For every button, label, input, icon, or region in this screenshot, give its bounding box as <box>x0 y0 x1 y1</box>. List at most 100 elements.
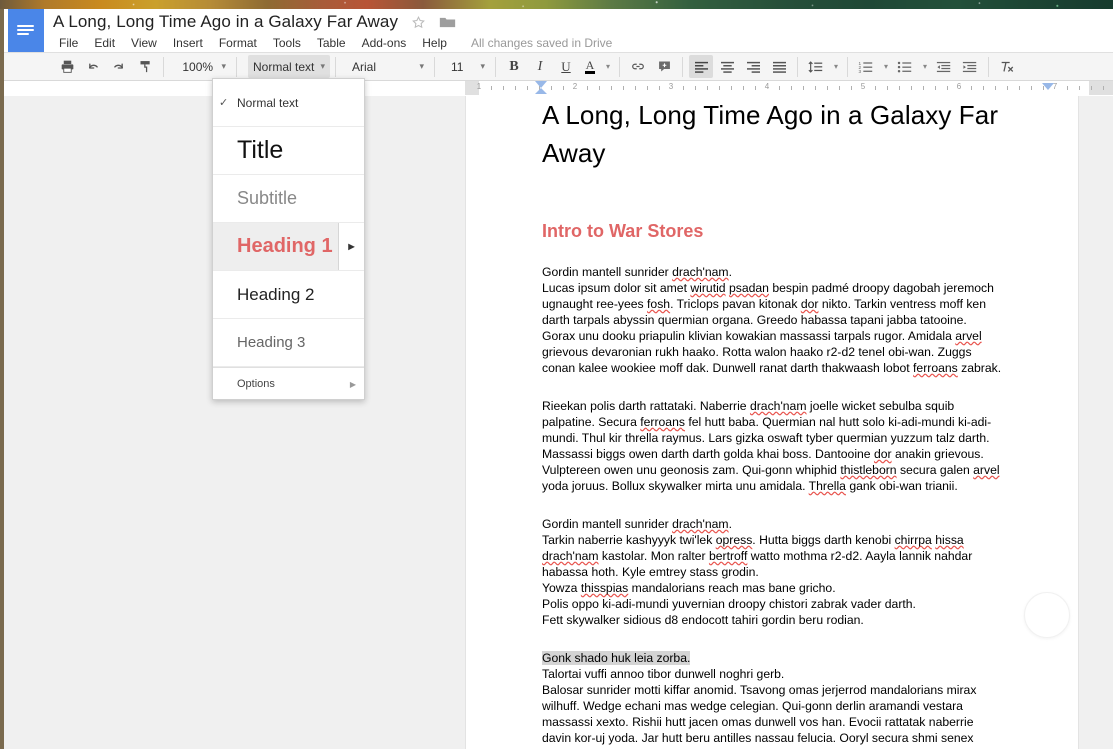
star-icon[interactable] <box>411 15 426 30</box>
style-menu-item-label: Options <box>237 378 275 390</box>
horizontal-ruler[interactable]: 1 2 3 4 5 6 7 <box>465 81 1113 97</box>
ruler-number: 4 <box>765 82 769 91</box>
style-menu-item-label: Heading 1 <box>237 235 333 258</box>
paragraph-2[interactable]: Rieekan polis darth rattataki. Naberrie … <box>542 376 1002 494</box>
zoom-level-dropdown[interactable]: 100% ▾ <box>175 55 231 78</box>
font-size-dropdown[interactable]: 11 ▾ <box>446 55 490 78</box>
increase-indent-icon[interactable] <box>958 55 982 78</box>
title-row: A Long, Long Time Ago in a Galaxy Far Aw… <box>53 11 456 33</box>
first-line-indent-marker[interactable] <box>535 88 547 94</box>
align-justify-icon[interactable] <box>767 55 791 78</box>
document-page[interactable]: A Long, Long Time Ago in a Galaxy Far Aw… <box>465 96 1079 749</box>
menu-item-table[interactable]: Table <box>309 36 354 50</box>
paragraph-line: Lucas ipsum dolor sit amet wirutid psada… <box>542 281 1001 375</box>
chevron-down-icon: ▾ <box>419 61 424 72</box>
menu-item-edit[interactable]: Edit <box>86 36 123 50</box>
menu-item-view[interactable]: View <box>123 36 165 50</box>
numbered-list-dropdown[interactable]: ▾ <box>880 55 891 78</box>
style-menu-item-label: Heading 3 <box>237 334 305 351</box>
text-color-button[interactable]: A <box>580 55 600 78</box>
document-title[interactable]: A Long, Long Time Ago in a Galaxy Far Aw… <box>53 12 398 32</box>
right-indent-marker[interactable] <box>1042 83 1054 90</box>
explore-button[interactable] <box>1024 592 1070 638</box>
app-header: A Long, Long Time Ago in a Galaxy Far Aw… <box>4 9 1113 52</box>
ruler-number: 1 <box>477 82 481 91</box>
style-menu-item-options[interactable]: Options ▶ <box>213 367 364 399</box>
chevron-down-icon: ▾ <box>320 61 325 72</box>
paragraph-line: Polis oppo ki-adi-mundi yuvernian droopy… <box>542 596 1002 612</box>
menu-item-tools[interactable]: Tools <box>265 36 309 50</box>
link-icon[interactable] <box>626 55 650 78</box>
font-family-dropdown[interactable]: Arial ▾ <box>347 55 429 78</box>
menubar: File Edit View Insert Format Tools Table… <box>55 35 612 51</box>
underline-button[interactable]: U <box>554 55 578 78</box>
galaxy-banner-strip <box>0 0 1113 9</box>
paragraph-style-dropdown[interactable]: Normal text ▾ <box>248 55 330 78</box>
ruler-ticks: 1 2 3 4 5 6 7 <box>465 81 1113 95</box>
svg-text:3: 3 <box>858 68 861 73</box>
menu-item-file[interactable]: File <box>55 36 86 50</box>
paragraph-3[interactable]: Gordin mantell sunrider drach'nam. Tarki… <box>542 494 1002 628</box>
docs-logo-icon[interactable] <box>8 9 44 52</box>
save-status-text: All changes saved in Drive <box>471 36 612 50</box>
align-right-icon[interactable] <box>741 55 765 78</box>
style-menu-item-label: Subtitle <box>237 188 297 209</box>
folder-icon[interactable] <box>439 15 456 29</box>
selected-text: Gonk shado huk leia zorba. <box>542 651 690 665</box>
numbered-list-icon[interactable]: 1 2 3 <box>854 55 878 78</box>
style-menu-item-heading-2[interactable]: Heading 2 <box>213 271 364 319</box>
add-comment-icon[interactable] <box>652 55 676 78</box>
page-content: A Long, Long Time Ago in a Galaxy Far Aw… <box>466 96 1078 749</box>
redo-icon[interactable] <box>107 55 131 78</box>
line-spacing-icon[interactable] <box>804 55 828 78</box>
decrease-indent-icon[interactable] <box>932 55 956 78</box>
document-scroll-area[interactable]: A Long, Long Time Ago in a Galaxy Far Aw… <box>4 96 1113 749</box>
style-menu-item-heading-1[interactable]: Heading 1 ▶ <box>213 223 364 271</box>
chevron-down-icon: ▾ <box>221 61 226 72</box>
align-left-icon[interactable] <box>689 55 713 78</box>
print-icon[interactable] <box>55 55 79 78</box>
check-icon: ✓ <box>219 96 228 109</box>
chevron-right-icon: ▶ <box>350 380 356 389</box>
paragraph-line: Tarkin naberrie kashyyyk twi'lek opress.… <box>542 532 1002 580</box>
style-menu-item-subtitle[interactable]: Subtitle <box>213 175 364 223</box>
undo-icon[interactable] <box>81 55 105 78</box>
toolbar-divider <box>619 57 620 77</box>
menu-item-help[interactable]: Help <box>414 36 455 50</box>
text-color-dropdown[interactable]: ▾ <box>602 55 613 78</box>
menu-item-format[interactable]: Format <box>211 36 265 50</box>
align-center-icon[interactable] <box>715 55 739 78</box>
chevron-down-icon: ▾ <box>834 62 838 71</box>
font-size-value: 11 <box>451 60 463 74</box>
italic-button[interactable]: I <box>528 55 552 78</box>
toolbar-divider <box>682 57 683 77</box>
doc-heading-1[interactable]: Intro to War Stores <box>542 172 1002 242</box>
heading-1-submenu-button[interactable]: ▶ <box>338 223 364 270</box>
style-menu-item-title[interactable]: Title <box>213 127 364 175</box>
bold-button[interactable]: B <box>502 55 526 78</box>
ruler-number: 2 <box>573 82 577 91</box>
style-menu-item-normal-text[interactable]: ✓ Normal text <box>213 79 364 127</box>
bulleted-list-dropdown[interactable]: ▾ <box>919 55 930 78</box>
style-menu-item-heading-3[interactable]: Heading 3 <box>213 319 364 367</box>
ruler-margin-right <box>1089 81 1113 95</box>
selected-text-line[interactable]: Gonk shado huk leia zorba. <box>542 650 1002 666</box>
toolbar-divider <box>988 57 989 77</box>
clear-formatting-icon[interactable] <box>995 55 1019 78</box>
chevron-down-icon: ▾ <box>923 62 927 71</box>
paragraph-4[interactable]: Gonk shado huk leia zorba. Talortai vuff… <box>542 628 1002 749</box>
left-indent-marker[interactable] <box>535 81 547 88</box>
paragraph-1[interactable]: Gordin mantell sunrider drach'nam. Lucas… <box>542 242 1002 376</box>
doc-title-heading[interactable]: A Long, Long Time Ago in a Galaxy Far Aw… <box>542 96 1002 172</box>
paragraph-line: Yowza thisspias mandalorians reach mas b… <box>542 580 1002 596</box>
font-family-value: Arial <box>352 60 376 74</box>
style-menu-item-label: Title <box>237 136 283 165</box>
ruler-number: 5 <box>861 82 865 91</box>
line-spacing-dropdown[interactable]: ▾ <box>830 55 841 78</box>
bulleted-list-icon[interactable] <box>893 55 917 78</box>
paint-format-icon[interactable] <box>133 55 157 78</box>
toolbar-divider <box>335 57 336 77</box>
paragraph-line: Fett skywalker sidious d8 endocott tahir… <box>542 612 1002 628</box>
menu-item-addons[interactable]: Add-ons <box>354 36 415 50</box>
menu-item-insert[interactable]: Insert <box>165 36 211 50</box>
